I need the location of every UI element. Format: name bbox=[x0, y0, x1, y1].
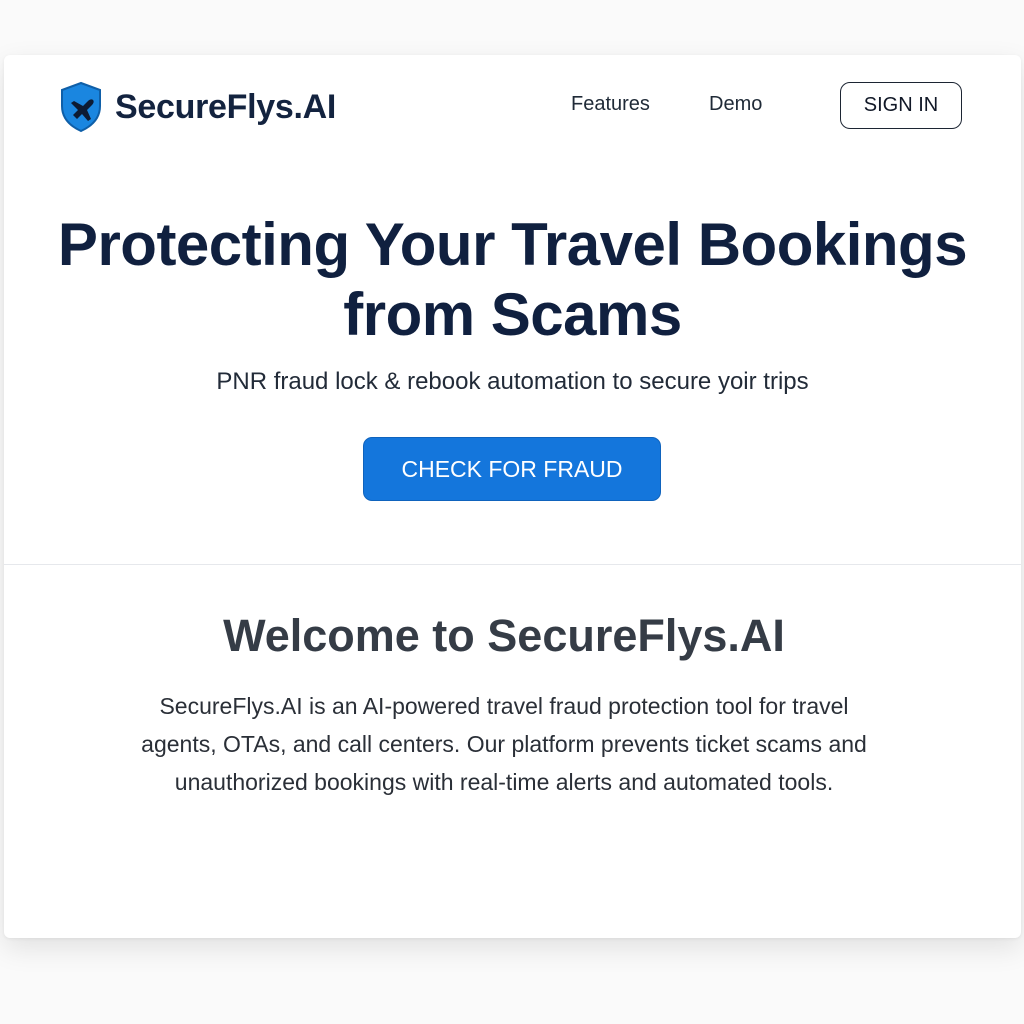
nav-demo-link[interactable]: Demo bbox=[709, 93, 762, 116]
nav-features-link[interactable]: Features bbox=[571, 93, 650, 116]
section-divider bbox=[4, 564, 1021, 565]
shield-plane-icon bbox=[61, 81, 101, 133]
hero-subtitle: PNR fraud lock & rebook automation to se… bbox=[216, 368, 809, 395]
welcome-body: SecureFlys.AI is an AI-powered travel fr… bbox=[141, 693, 867, 795]
welcome-title: Welcome to SecureFlys.AI bbox=[223, 610, 785, 661]
brand-logo[interactable]: SecureFlys.AI bbox=[59, 81, 336, 133]
sign-in-button[interactable]: SIGN IN bbox=[840, 82, 962, 129]
check-for-fraud-button[interactable]: CHECK FOR FRAUD bbox=[363, 437, 661, 501]
page-card: SecureFlys.AI Features Demo SIGN IN Prot… bbox=[4, 55, 1021, 938]
brand-name: SecureFlys.AI bbox=[115, 87, 336, 126]
hero-title: Protecting Your Travel Bookings from Sca… bbox=[57, 211, 968, 348]
